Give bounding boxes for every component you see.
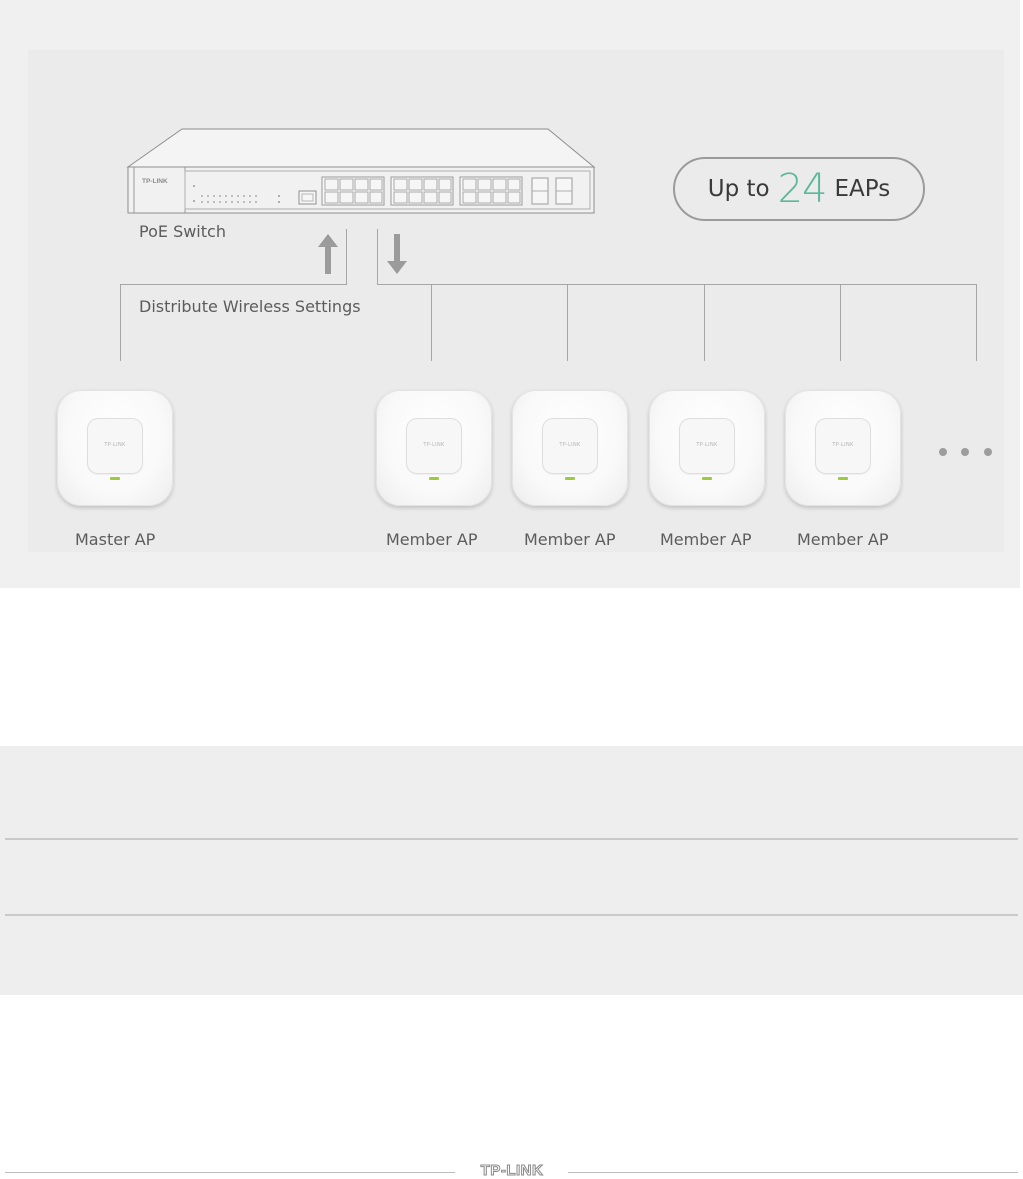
ap-led-icon <box>565 477 575 480</box>
member-ap-label: Member AP <box>797 530 889 549</box>
table-divider <box>5 838 1018 840</box>
table-divider <box>5 914 1018 916</box>
member-ap-device: TP-LINK <box>649 390 765 506</box>
up-arrow-icon <box>325 246 331 274</box>
member-ap-device: TP-LINK <box>376 390 492 506</box>
member-ap-label: Member AP <box>660 530 752 549</box>
capacity-badge: Up to 24 EAPs <box>673 157 925 221</box>
member-ap-device: TP-LINK <box>512 390 628 506</box>
master-ap-device: TP-LINK <box>57 390 173 506</box>
poe-switch: TP-LINK <box>126 128 596 214</box>
master-ap-label: Master AP <box>75 530 156 549</box>
tplink-logo: TP-LINK <box>480 1162 544 1179</box>
poe-switch-label: PoE Switch <box>139 222 226 241</box>
ap-led-icon <box>702 477 712 480</box>
capacity-prefix: Up to <box>707 176 770 202</box>
capacity-suffix: EAPs <box>834 176 891 202</box>
down-arrow-icon <box>394 234 400 262</box>
switch-brand-text: TP-LINK <box>142 178 168 185</box>
member-ap-label: Member AP <box>524 530 616 549</box>
member-ap-device: TP-LINK <box>785 390 901 506</box>
ap-led-icon <box>110 477 120 480</box>
member-ap-label: Member AP <box>386 530 478 549</box>
footer-rule-right <box>568 1172 1018 1173</box>
ap-led-icon <box>429 477 439 480</box>
distribute-settings-label: Distribute Wireless Settings <box>139 297 361 316</box>
ap-led-icon <box>838 477 848 480</box>
capacity-count: 24 <box>777 166 828 212</box>
spec-table-band <box>0 746 1023 995</box>
footer-rule-left <box>5 1172 455 1173</box>
